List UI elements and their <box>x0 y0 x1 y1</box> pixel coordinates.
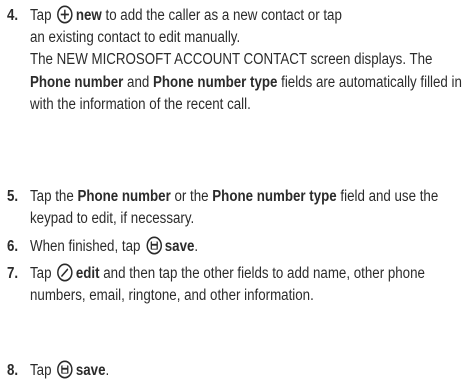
step-6-instruction: When finished, tap save. <box>30 236 199 255</box>
step-number: 7. <box>7 265 19 282</box>
step-4-note: The NEW MICROSOFT ACCOUNT CONTACT screen… <box>30 51 462 113</box>
step-7-instruction: Tap edit and then tap the other fields t… <box>30 263 425 305</box>
step-number: 4. <box>7 7 19 24</box>
save-circle-icon <box>146 236 162 255</box>
add-circle-icon <box>57 5 73 24</box>
step-number: 6. <box>7 238 19 255</box>
step-number: 5. <box>7 188 19 205</box>
instructions-document: 4. Tap new to add the caller as a new co… <box>0 0 471 389</box>
step-8-instruction: Tap save. <box>30 360 110 379</box>
save-circle-icon <box>57 360 73 379</box>
edit-circle-icon <box>57 263 73 282</box>
step-4-instruction: Tap new to add the caller as a new conta… <box>30 5 342 47</box>
step-5-instruction: Tap the Phone number or the Phone number… <box>30 188 439 228</box>
step-number: 8. <box>7 362 19 379</box>
